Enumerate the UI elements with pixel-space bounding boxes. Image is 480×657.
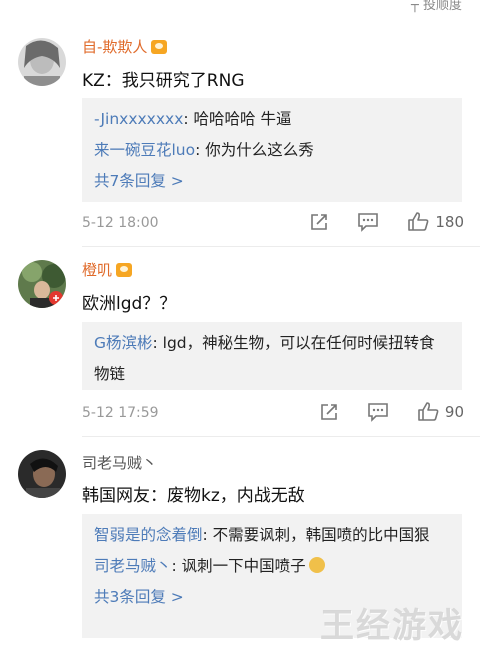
reply-author[interactable]: 司老马贼丶 — [94, 557, 172, 575]
watermark-logo: 王经游戏 — [320, 606, 464, 646]
reply-author[interactable]: 智弱是的念着倒 — [94, 526, 203, 544]
reply-line: 司老马贼丶: 讽刺一下中国喷子 — [94, 551, 450, 582]
username[interactable]: 司老马贼丶 — [82, 452, 157, 473]
avatar[interactable] — [18, 450, 66, 498]
reply-text: : 讽刺一下中国喷子 — [171, 557, 306, 575]
comment-3: 司老马贼丶 韩国网友：废物kz，内战无敌 智弱是的念着倒: 不需要讽刺，韩国喷的… — [0, 0, 480, 657]
reply-line: 智弱是的念着倒: 不需要讽刺，韩国喷的比中国狠 — [94, 520, 450, 551]
comment-text: 韩国网友：废物kz，内战无敌 — [82, 486, 305, 506]
doge-emoji-icon — [308, 557, 325, 573]
reply-text: : 不需要讽刺，韩国喷的比中国狠 — [202, 526, 430, 544]
